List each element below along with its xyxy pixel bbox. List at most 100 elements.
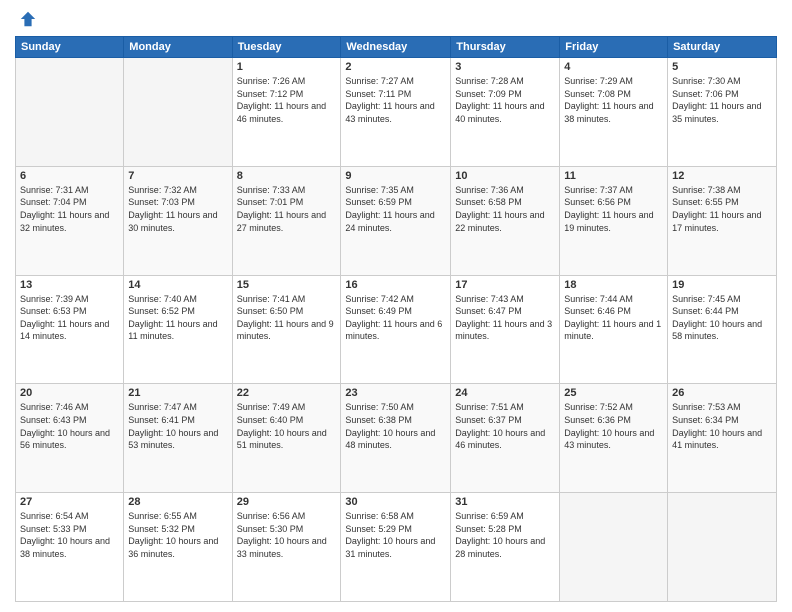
calendar-cell: 20Sunrise: 7:46 AMSunset: 6:43 PMDayligh… [16,384,124,493]
weekday-header-thursday: Thursday [451,37,560,58]
day-info: Sunrise: 7:47 AMSunset: 6:41 PMDaylight:… [128,401,227,451]
logo [15,10,37,28]
day-info: Sunrise: 7:27 AMSunset: 7:11 PMDaylight:… [345,75,446,125]
calendar-cell: 17Sunrise: 7:43 AMSunset: 6:47 PMDayligh… [451,275,560,384]
day-number: 31 [455,496,555,508]
logo-icon [19,10,37,28]
day-info: Sunrise: 6:55 AMSunset: 5:32 PMDaylight:… [128,510,227,560]
calendar-cell: 26 Sunrise: 7:53 AMSunset: 6:34 PMDayligh… [668,384,777,493]
day-info: Sunrise: 7:30 AMSunset: 7:06 PMDaylight:… [672,75,772,125]
calendar-cell: 31 Sunrise: 6:59 AMSunset: 5:28 PMDayligh… [451,493,560,602]
weekday-header-wednesday: Wednesday [341,37,451,58]
calendar-cell: 3 Sunrise: 7:28 AMSunset: 7:09 PMDaylight… [451,58,560,167]
day-number: 5 [672,61,772,73]
calendar-cell: 2 Sunrise: 7:27 AMSunset: 7:11 PMDaylight… [341,58,451,167]
day-info: Sunrise: 6:58 AMSunset: 5:29 PMDaylight:… [345,510,446,560]
calendar-cell: 15Sunrise: 7:41 AMSunset: 6:50 PMDayligh… [232,275,341,384]
calendar-cell: 27 Sunrise: 6:54 AMSunset: 5:33 PMDayligh… [16,493,124,602]
calendar-cell: 11Sunrise: 7:37 AMSunset: 6:56 PMDayligh… [560,166,668,275]
day-info: Sunrise: 7:53 AMSunset: 6:34 PMDaylight:… [672,401,772,451]
calendar-cell: 16 Sunrise: 7:42 AMSunset: 6:49 PMDayligh… [341,275,451,384]
day-info: Sunrise: 7:28 AMSunset: 7:09 PMDaylight:… [455,75,555,125]
weekday-header-row: SundayMondayTuesdayWednesdayThursdayFrid… [16,37,777,58]
day-info: Sunrise: 7:51 AMSunset: 6:37 PMDaylight:… [455,401,555,451]
calendar-week-3: 13Sunrise: 7:39 AMSunset: 6:53 PMDayligh… [16,275,777,384]
header [15,10,777,28]
calendar-cell: 24 Sunrise: 7:51 AMSunset: 6:37 PMDayligh… [451,384,560,493]
calendar-cell: 13Sunrise: 7:39 AMSunset: 6:53 PMDayligh… [16,275,124,384]
day-number: 3 [455,61,555,73]
calendar-cell: 7Sunrise: 7:32 AMSunset: 7:03 PMDaylight… [124,166,232,275]
day-info: Sunrise: 7:50 AMSunset: 6:38 PMDaylight:… [345,401,446,451]
calendar-week-4: 20Sunrise: 7:46 AMSunset: 6:43 PMDayligh… [16,384,777,493]
day-info: Sunrise: 7:52 AMSunset: 6:36 PMDaylight:… [564,401,663,451]
day-info: Sunrise: 7:31 AMSunset: 7:04 PMDaylight:… [20,184,119,234]
day-number: 17 [455,279,555,291]
day-info: Sunrise: 7:41 AMSunset: 6:50 PMDaylight:… [237,293,337,343]
day-info: Sunrise: 7:26 AMSunset: 7:12 PMDaylight:… [237,75,337,125]
day-number: 26 [672,387,772,399]
calendar-week-2: 6 Sunrise: 7:31 AMSunset: 7:04 PMDaylight… [16,166,777,275]
day-number: 2 [345,61,446,73]
calendar-cell: 29 Sunrise: 6:56 AMSunset: 5:30 PMDayligh… [232,493,341,602]
calendar-cell: 19 Sunrise: 7:45 AMSunset: 6:44 PMDayligh… [668,275,777,384]
calendar-cell: 5 Sunrise: 7:30 AMSunset: 7:06 PMDaylight… [668,58,777,167]
day-info: Sunrise: 7:32 AMSunset: 7:03 PMDaylight:… [128,184,227,234]
weekday-header-monday: Monday [124,37,232,58]
day-number: 25 [564,387,663,399]
day-number: 27 [20,496,119,508]
day-info: Sunrise: 6:54 AMSunset: 5:33 PMDaylight:… [20,510,119,560]
calendar-cell: 25 Sunrise: 7:52 AMSunset: 6:36 PMDayligh… [560,384,668,493]
calendar-cell: 23Sunrise: 7:50 AMSunset: 6:38 PMDayligh… [341,384,451,493]
day-number: 9 [345,170,446,182]
day-info: Sunrise: 7:38 AMSunset: 6:55 PMDaylight:… [672,184,772,234]
day-number: 24 [455,387,555,399]
day-info: Sunrise: 7:39 AMSunset: 6:53 PMDaylight:… [20,293,119,343]
page: SundayMondayTuesdayWednesdayThursdayFrid… [0,0,792,612]
day-info: Sunrise: 7:37 AMSunset: 6:56 PMDaylight:… [564,184,663,234]
calendar-cell: 21 Sunrise: 7:47 AMSunset: 6:41 PMDayligh… [124,384,232,493]
day-number: 19 [672,279,772,291]
day-number: 22 [237,387,337,399]
calendar-cell [560,493,668,602]
day-number: 6 [20,170,119,182]
day-info: Sunrise: 7:42 AMSunset: 6:49 PMDaylight:… [345,293,446,343]
day-info: Sunrise: 6:56 AMSunset: 5:30 PMDaylight:… [237,510,337,560]
weekday-header-saturday: Saturday [668,37,777,58]
calendar-cell: 10Sunrise: 7:36 AMSunset: 6:58 PMDayligh… [451,166,560,275]
day-number: 18 [564,279,663,291]
calendar-cell: 14Sunrise: 7:40 AMSunset: 6:52 PMDayligh… [124,275,232,384]
calendar-cell: 18 Sunrise: 7:44 AMSunset: 6:46 PMDayligh… [560,275,668,384]
weekday-header-sunday: Sunday [16,37,124,58]
day-number: 28 [128,496,227,508]
day-number: 21 [128,387,227,399]
day-number: 16 [345,279,446,291]
calendar-week-5: 27 Sunrise: 6:54 AMSunset: 5:33 PMDayligh… [16,493,777,602]
calendar-cell: 28 Sunrise: 6:55 AMSunset: 5:32 PMDayligh… [124,493,232,602]
calendar-cell: 1 Sunrise: 7:26 AMSunset: 7:12 PMDaylight… [232,58,341,167]
weekday-header-friday: Friday [560,37,668,58]
day-info: Sunrise: 6:59 AMSunset: 5:28 PMDaylight:… [455,510,555,560]
day-info: Sunrise: 7:49 AMSunset: 6:40 PMDaylight:… [237,401,337,451]
calendar-cell [124,58,232,167]
day-number: 12 [672,170,772,182]
calendar-cell: 6 Sunrise: 7:31 AMSunset: 7:04 PMDaylight… [16,166,124,275]
calendar-cell: 30 Sunrise: 6:58 AMSunset: 5:29 PMDayligh… [341,493,451,602]
calendar-cell: 9 Sunrise: 7:35 AMSunset: 6:59 PMDaylight… [341,166,451,275]
calendar-week-1: 1 Sunrise: 7:26 AMSunset: 7:12 PMDaylight… [16,58,777,167]
day-number: 20 [20,387,119,399]
weekday-header-tuesday: Tuesday [232,37,341,58]
day-number: 29 [237,496,337,508]
calendar-cell: 4Sunrise: 7:29 AMSunset: 7:08 PMDaylight… [560,58,668,167]
day-info: Sunrise: 7:40 AMSunset: 6:52 PMDaylight:… [128,293,227,343]
day-number: 1 [237,61,337,73]
calendar-cell: 22 Sunrise: 7:49 AMSunset: 6:40 PMDayligh… [232,384,341,493]
day-info: Sunrise: 7:35 AMSunset: 6:59 PMDaylight:… [345,184,446,234]
day-info: Sunrise: 7:33 AMSunset: 7:01 PMDaylight:… [237,184,337,234]
calendar-cell: 8Sunrise: 7:33 AMSunset: 7:01 PMDaylight… [232,166,341,275]
day-info: Sunrise: 7:45 AMSunset: 6:44 PMDaylight:… [672,293,772,343]
day-info: Sunrise: 7:44 AMSunset: 6:46 PMDaylight:… [564,293,663,343]
day-number: 30 [345,496,446,508]
calendar-table: SundayMondayTuesdayWednesdayThursdayFrid… [15,36,777,602]
day-number: 4 [564,61,663,73]
